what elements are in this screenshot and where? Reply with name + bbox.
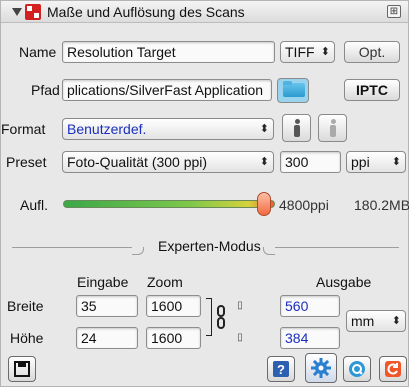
- height-lock-icon[interactable]: ▯: [234, 332, 246, 344]
- height-zoom-field[interactable]: 1600: [146, 327, 201, 349]
- path-field[interactable]: plications/SilverFast Application: [62, 79, 272, 101]
- select-arrows-icon: ⬍: [320, 46, 330, 58]
- height-input-field[interactable]: 24: [76, 327, 138, 349]
- options-button[interactable]: Opt.: [344, 41, 400, 63]
- divider-right: [275, 247, 399, 248]
- chain-link-icon-lower: [217, 317, 225, 329]
- proportion-bracket: [206, 298, 212, 336]
- divider-curve-left: [132, 247, 144, 255]
- panel-title: Maße und Auflösung des Scans: [47, 4, 245, 20]
- divider-left: [12, 247, 132, 248]
- file-format-select[interactable]: TIFF ⬍: [280, 41, 335, 63]
- folder-icon[interactable]: [277, 78, 309, 103]
- format-select[interactable]: Benutzerdef. ⬍: [62, 118, 274, 140]
- help-glyph: ?: [273, 361, 289, 377]
- zoom-column-header: Zoom: [147, 274, 183, 290]
- gear-glyph: [311, 358, 331, 378]
- iptc-button[interactable]: IPTC: [344, 79, 400, 101]
- output-column-header: Ausgabe: [316, 274, 372, 290]
- q-icon[interactable]: [343, 356, 371, 382]
- resolution-unit-select[interactable]: ppi ⬍: [346, 151, 406, 173]
- chain-link-icon[interactable]: [217, 305, 225, 317]
- format-value: Benutzerdef.: [67, 121, 147, 137]
- resolution-slider-track[interactable]: [63, 200, 275, 208]
- divider-curve-right: [263, 247, 275, 255]
- name-field[interactable]: Resolution Target: [62, 41, 275, 63]
- help-icon[interactable]: ?: [267, 356, 295, 382]
- width-zoom-field[interactable]: 1600: [146, 295, 201, 317]
- height-label: Höhe: [10, 330, 44, 346]
- preset-value: Foto-Qualität (300 ppi): [67, 154, 208, 170]
- select-arrows-icon: ⬍: [391, 156, 401, 168]
- portrait-button[interactable]: [282, 114, 311, 142]
- preset-select[interactable]: Foto-Qualität (300 ppi) ⬍: [62, 151, 274, 173]
- panel-menu-icon[interactable]: ⊞: [387, 5, 401, 18]
- scan-size-icon: [25, 4, 41, 20]
- path-label: Pfad: [31, 82, 60, 98]
- expert-mode-title[interactable]: Experten-Modus: [158, 238, 261, 254]
- preset-label: Preset: [6, 154, 47, 170]
- file-format-value: TIFF: [285, 44, 315, 60]
- width-lock-icon[interactable]: ▯: [234, 300, 246, 312]
- collapse-triangle-icon[interactable]: [12, 8, 22, 16]
- reset-icon[interactable]: [379, 356, 407, 382]
- path-value: plications/SilverFast Application: [67, 82, 264, 98]
- q-glyph: [349, 361, 365, 377]
- output-ppi: 4800ppi: [279, 197, 329, 213]
- width-input-field[interactable]: 35: [76, 295, 138, 317]
- landscape-person-icon: [327, 119, 339, 137]
- portrait-person-icon: [291, 119, 303, 137]
- panel-header[interactable]: Maße und Auflösung des Scans ⊞: [1, 1, 408, 23]
- resolution-field[interactable]: 300: [280, 151, 341, 173]
- resolution-slider-label: Aufl.: [20, 197, 49, 213]
- output-unit-select[interactable]: mm ⬍: [346, 310, 406, 332]
- input-column-header: Eingabe: [77, 274, 129, 290]
- resolution-slider-thumb[interactable]: [257, 192, 272, 216]
- save-glyph: [14, 361, 30, 377]
- save-icon[interactable]: [8, 356, 36, 382]
- resolution-unit-value: ppi: [351, 154, 370, 170]
- landscape-button[interactable]: [318, 114, 347, 142]
- format-label: Format: [1, 121, 46, 137]
- name-label: Name: [19, 44, 57, 60]
- height-output-field[interactable]: 384: [280, 327, 340, 349]
- width-label: Breite: [7, 298, 44, 314]
- select-arrows-icon: ⬍: [259, 156, 269, 168]
- width-output-field[interactable]: 560: [280, 295, 340, 317]
- gear-icon[interactable]: [305, 353, 337, 383]
- select-arrows-icon: ⬍: [259, 123, 269, 135]
- scan-dimensions-panel: Maße und Auflösung des Scans ⊞ Name Reso…: [0, 0, 409, 387]
- svg-text:?: ?: [277, 362, 285, 377]
- output-file-size: 180.2MB: [354, 197, 409, 213]
- select-arrows-icon: ⬍: [391, 315, 401, 327]
- output-unit-value: mm: [351, 313, 375, 329]
- reset-glyph: [385, 361, 401, 377]
